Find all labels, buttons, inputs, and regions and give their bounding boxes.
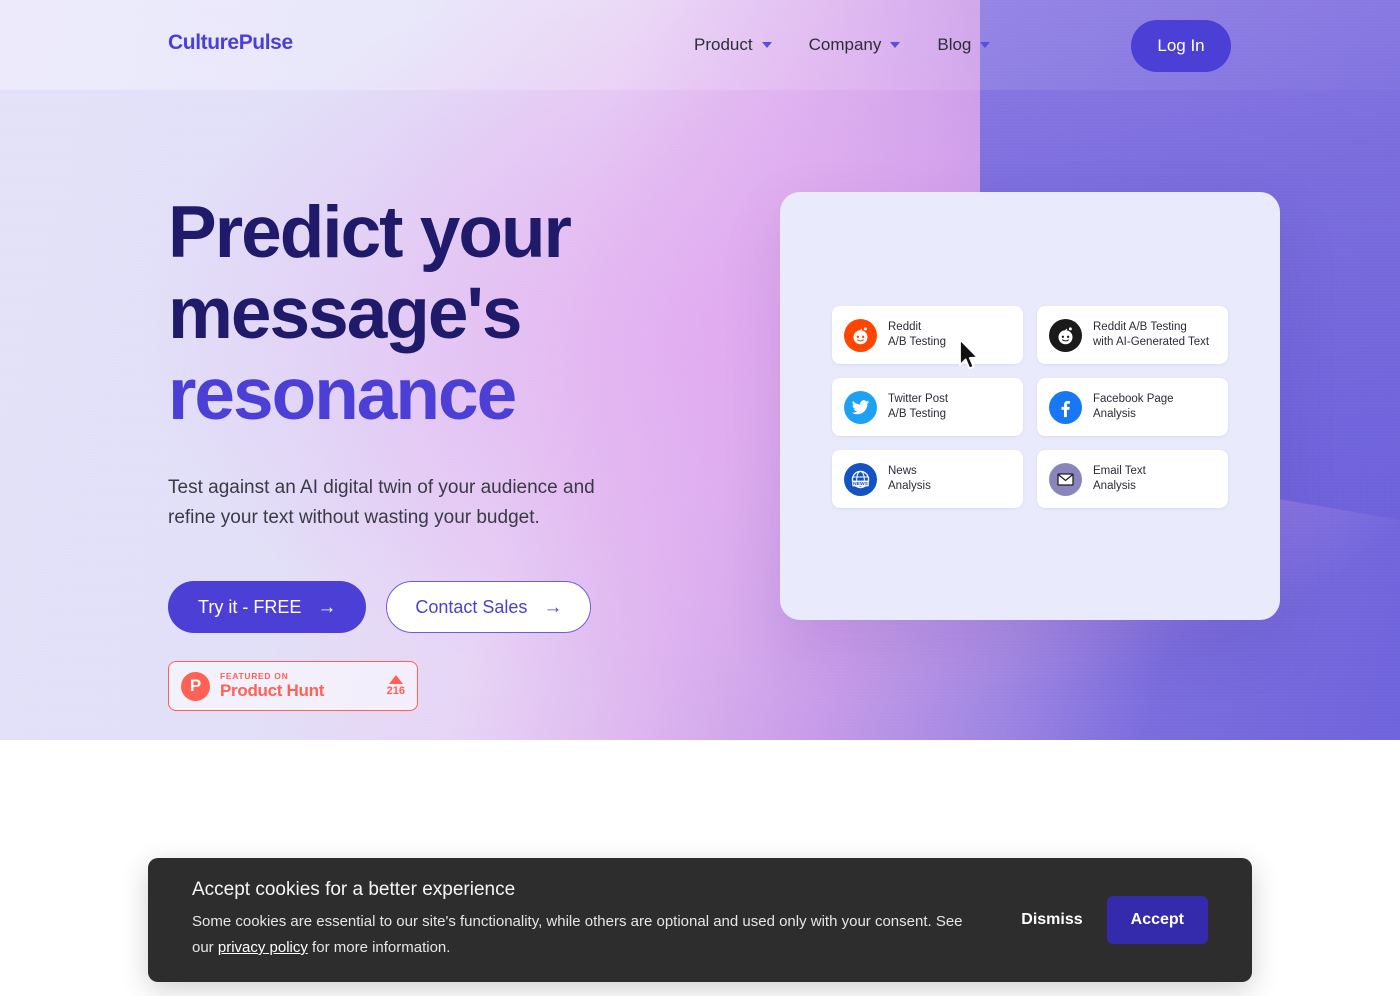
product-hunt-upvote-group[interactable]: 216 bbox=[381, 675, 405, 697]
product-hunt-name: Product Hunt bbox=[220, 681, 325, 700]
dismiss-button[interactable]: Dismiss bbox=[1011, 903, 1092, 937]
nav-item-product[interactable]: Product bbox=[676, 30, 791, 60]
chevron-down-icon bbox=[890, 41, 901, 49]
arrow-right-icon: → bbox=[317, 596, 337, 618]
product-hunt-featured-label: FEATURED ON bbox=[220, 671, 289, 681]
tile-reddit-ai-generated[interactable]: Reddit A/B Testing with AI-Generated Tex… bbox=[1037, 306, 1228, 364]
nav-item-blog[interactable]: Blog bbox=[919, 30, 1009, 60]
contact-sales-label: Contact Sales bbox=[415, 596, 528, 617]
tile-label: Twitter Post A/B Testing bbox=[888, 392, 948, 422]
email-envelope-icon bbox=[1049, 462, 1082, 496]
tile-label: Email Text Analysis bbox=[1093, 464, 1146, 494]
facebook-icon bbox=[1049, 390, 1082, 424]
contact-sales-button[interactable]: Contact Sales → bbox=[386, 581, 592, 633]
tile-title: Reddit bbox=[888, 321, 922, 333]
news-globe-icon: NEWS bbox=[844, 462, 877, 496]
tile-title: Twitter Post bbox=[888, 393, 949, 405]
tile-subtitle: A/B Testing bbox=[888, 336, 946, 348]
headline-line-1: Predict your bbox=[168, 192, 572, 273]
page-root: CulturePulse Product Company Blog Log In… bbox=[0, 0, 1400, 996]
feature-panel: Reddit A/B Testing Reddit A/B Testing wi… bbox=[780, 192, 1280, 620]
tile-news-analysis[interactable]: NEWS News Analysis bbox=[832, 450, 1023, 508]
nav-item-label: Blog bbox=[937, 35, 972, 54]
chevron-down-icon bbox=[761, 41, 773, 49]
tile-subtitle: Analysis bbox=[1093, 480, 1136, 492]
headline-accent-word: resonance bbox=[168, 354, 517, 435]
tile-subtitle: with AI-Generated Text bbox=[1093, 336, 1210, 348]
login-button[interactable]: Log In bbox=[1131, 20, 1231, 72]
cookie-text-block: Accept cookies for a better experience S… bbox=[192, 879, 1011, 961]
nav-item-company[interactable]: Company bbox=[791, 30, 920, 60]
hero-subtitle: Test against an AI digital twin of your … bbox=[168, 477, 595, 528]
tile-facebook-page-analysis[interactable]: Facebook Page Analysis bbox=[1037, 378, 1228, 436]
product-hunt-text: FEATURED ON Product Hunt bbox=[220, 671, 381, 701]
svg-text:NEWS: NEWS bbox=[853, 481, 868, 487]
tile-label: News Analysis bbox=[888, 464, 931, 494]
nav-item-label: Company bbox=[808, 35, 882, 54]
tile-title: Email Text bbox=[1093, 465, 1146, 477]
nav-item-label: Product bbox=[694, 35, 753, 54]
arrow-right-icon: → bbox=[543, 596, 563, 618]
feature-tile-grid: Reddit A/B Testing Reddit A/B Testing wi… bbox=[832, 306, 1228, 508]
product-hunt-badge[interactable]: P FEATURED ON Product Hunt 216 bbox=[168, 661, 418, 711]
cookie-banner-body: Some cookies are essential to our site's… bbox=[192, 909, 982, 961]
tile-title: News bbox=[888, 465, 917, 477]
product-hunt-icon: P bbox=[181, 671, 210, 701]
product-hunt-upvote-count: 216 bbox=[386, 685, 405, 697]
privacy-policy-link[interactable]: privacy policy bbox=[218, 939, 308, 956]
hero-cta-group: Try it - FREE → Contact Sales → bbox=[168, 581, 728, 633]
site-header: CulturePulse Product Company Blog Log In bbox=[0, 0, 1400, 90]
cookie-actions: Dismiss Accept bbox=[1011, 896, 1208, 944]
tile-subtitle: A/B Testing bbox=[888, 408, 946, 420]
try-it-free-button[interactable]: Try it - FREE → bbox=[168, 581, 367, 633]
page-title: Predict your message's resonance bbox=[168, 192, 728, 435]
accept-button[interactable]: Accept bbox=[1106, 896, 1208, 944]
chevron-down-icon bbox=[980, 41, 991, 49]
primary-navigation: Product Company Blog bbox=[676, 30, 1009, 60]
cookie-body-after-link: for more information. bbox=[307, 939, 451, 956]
reddit-dark-icon bbox=[1049, 318, 1082, 352]
cookie-consent-banner: Accept cookies for a better experience S… bbox=[148, 858, 1252, 982]
brand-logo[interactable]: CulturePulse bbox=[168, 31, 293, 55]
cookie-banner-title: Accept cookies for a better experience bbox=[192, 879, 516, 900]
tile-email-text-analysis[interactable]: Email Text Analysis bbox=[1037, 450, 1228, 508]
tile-subtitle: Analysis bbox=[1093, 408, 1136, 420]
tile-label: Reddit A/B Testing bbox=[888, 320, 946, 350]
try-it-free-label: Try it - FREE bbox=[198, 596, 302, 617]
hero-content: Predict your message's resonance Test ag… bbox=[168, 192, 728, 711]
tile-label: Reddit A/B Testing with AI-Generated Tex… bbox=[1093, 320, 1209, 350]
tile-label: Facebook Page Analysis bbox=[1093, 392, 1174, 422]
twitter-icon bbox=[844, 390, 877, 424]
reddit-icon bbox=[844, 318, 877, 352]
tile-title: Facebook Page bbox=[1093, 393, 1174, 405]
tile-reddit-ab-testing[interactable]: Reddit A/B Testing bbox=[832, 306, 1023, 364]
upvote-triangle-icon bbox=[388, 675, 403, 684]
headline-line-2: message's bbox=[168, 273, 522, 354]
tile-subtitle: Analysis bbox=[888, 480, 931, 492]
tile-title: Reddit A/B Testing bbox=[1093, 321, 1187, 333]
tile-twitter-ab-testing[interactable]: Twitter Post A/B Testing bbox=[832, 378, 1023, 436]
